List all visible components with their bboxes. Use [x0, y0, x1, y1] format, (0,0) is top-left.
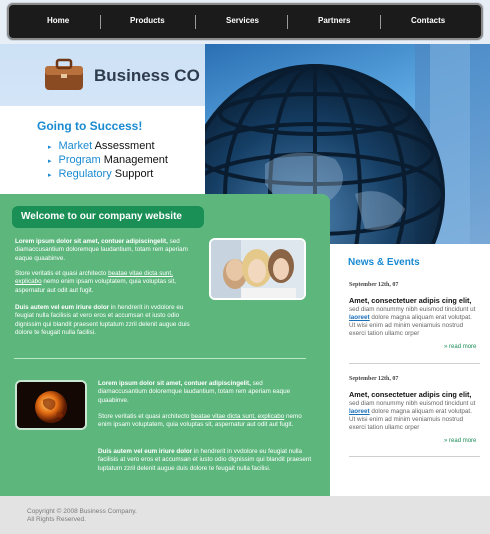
welcome-paragraph: Store veritatis et quasi architecto beat…	[98, 413, 310, 430]
briefcase-icon	[45, 58, 83, 90]
news-text: sed diam nonummy nibh euismod tincidunt …	[349, 400, 476, 407]
service-label: Assessment	[92, 140, 155, 152]
paragraph-text: Store veritatis et quasi architecto	[98, 413, 192, 420]
service-label: Support	[111, 168, 154, 180]
paragraph-lead: Duis autem vel eum iriure dolor	[98, 448, 193, 455]
read-more-label: read more	[449, 438, 477, 444]
news-divider	[349, 456, 480, 457]
service-label: Management	[100, 154, 168, 166]
paragraph-text: Store veritatis et quasi architecto	[15, 270, 109, 277]
arrow-right-icon: ▸	[48, 158, 52, 165]
paragraph-link[interactable]: beatae vitae dicta sunt, explicabo	[191, 413, 284, 420]
read-more-link[interactable]: » read more	[444, 438, 476, 444]
tagline: Going to Success!	[37, 119, 143, 133]
nav-partners[interactable]: Partners	[318, 16, 350, 25]
top-navigation-area: Home Products Services Partners Contacts	[0, 0, 490, 44]
intro-lead: Lorem ipsum dolor sit amet, contuer adip…	[98, 380, 251, 387]
service-item: ▸ Regulatory Support	[48, 167, 168, 181]
news-title: News & Events	[348, 257, 420, 268]
double-arrow-icon: »	[444, 438, 448, 444]
nav-divider	[380, 15, 381, 29]
service-highlight: Market	[58, 140, 93, 152]
news-text: sed diam nonummy nibh euismod tincidunt …	[349, 306, 476, 313]
news-link[interactable]: laoreet	[349, 408, 370, 415]
intro-lead: Lorem ipsum dolor sit amet, contuer adip…	[15, 238, 168, 245]
news-headline[interactable]: Amet, consectetuer adipis cing elit,	[349, 296, 471, 305]
news-date: September 12th, 07	[349, 376, 399, 382]
service-item: ▸ Program Management	[48, 153, 168, 167]
nav-divider	[100, 15, 101, 29]
team-photo	[209, 238, 306, 300]
nav-products[interactable]: Products	[130, 16, 165, 25]
news-summary: sed diam nonummy nibh euismod tincidunt …	[349, 306, 479, 338]
welcome-paragraph: Duis autem vel eum iriure dolor in hendr…	[15, 304, 203, 338]
nav-services[interactable]: Services	[226, 16, 259, 25]
nav-divider	[287, 15, 288, 29]
double-arrow-icon: »	[444, 344, 448, 350]
news-date: September 12th, 07	[349, 282, 399, 288]
navigation-bar: Home Products Services Partners Contacts	[7, 3, 483, 40]
brand-name: Business CO	[94, 66, 200, 85]
footer: Copyright © 2008 Business Company. All R…	[0, 496, 490, 534]
glowing-globe-illustration	[17, 382, 85, 428]
arrow-right-icon: ▸	[48, 172, 52, 179]
arrow-right-icon: ▸	[48, 144, 52, 151]
service-highlight: Program	[58, 154, 101, 166]
read-more-label: read more	[449, 344, 477, 350]
globe-photo	[15, 380, 87, 430]
news-summary: sed diam nonummy nibh euismod tincidunt …	[349, 400, 479, 432]
welcome-paragraph: Store veritatis et quasi architecto beat…	[15, 270, 200, 295]
team-illustration	[211, 240, 304, 298]
nav-divider	[195, 15, 196, 29]
welcome-paragraph: Duis autem vel eum iriure dolor in hendr…	[98, 448, 312, 473]
nav-contacts[interactable]: Contacts	[411, 16, 445, 25]
service-item: ▸ Market Assessment	[48, 139, 168, 153]
welcome-intro-text: Lorem ipsum dolor sit amet, contuer adip…	[98, 380, 310, 405]
footer-copyright: Copyright © 2008 Business Company. All R…	[27, 508, 137, 524]
welcome-title: Welcome to our company website	[12, 206, 204, 228]
copyright-text: Copyright © 2008 Business Company.	[27, 508, 137, 515]
news-headline[interactable]: Amet, consectetuer adipis cing elit,	[349, 390, 471, 399]
news-link[interactable]: laoreet	[349, 314, 370, 321]
news-divider	[349, 363, 480, 364]
welcome-intro-text: Lorem ipsum dolor sit amet, contuer adip…	[15, 238, 200, 263]
service-highlight: Regulatory	[58, 168, 112, 180]
section-divider	[14, 358, 306, 359]
services-list: ▸ Market Assessment ▸ Program Management ▸…	[48, 139, 168, 181]
nav-home[interactable]: Home	[47, 16, 69, 25]
read-more-link[interactable]: » read more	[444, 344, 476, 350]
paragraph-lead: Duis autem vel eum iriure dolor	[15, 304, 110, 311]
rights-text: All Rights Reserved.	[27, 516, 86, 523]
welcome-section: Welcome to our company website Lorem ips…	[0, 194, 330, 496]
